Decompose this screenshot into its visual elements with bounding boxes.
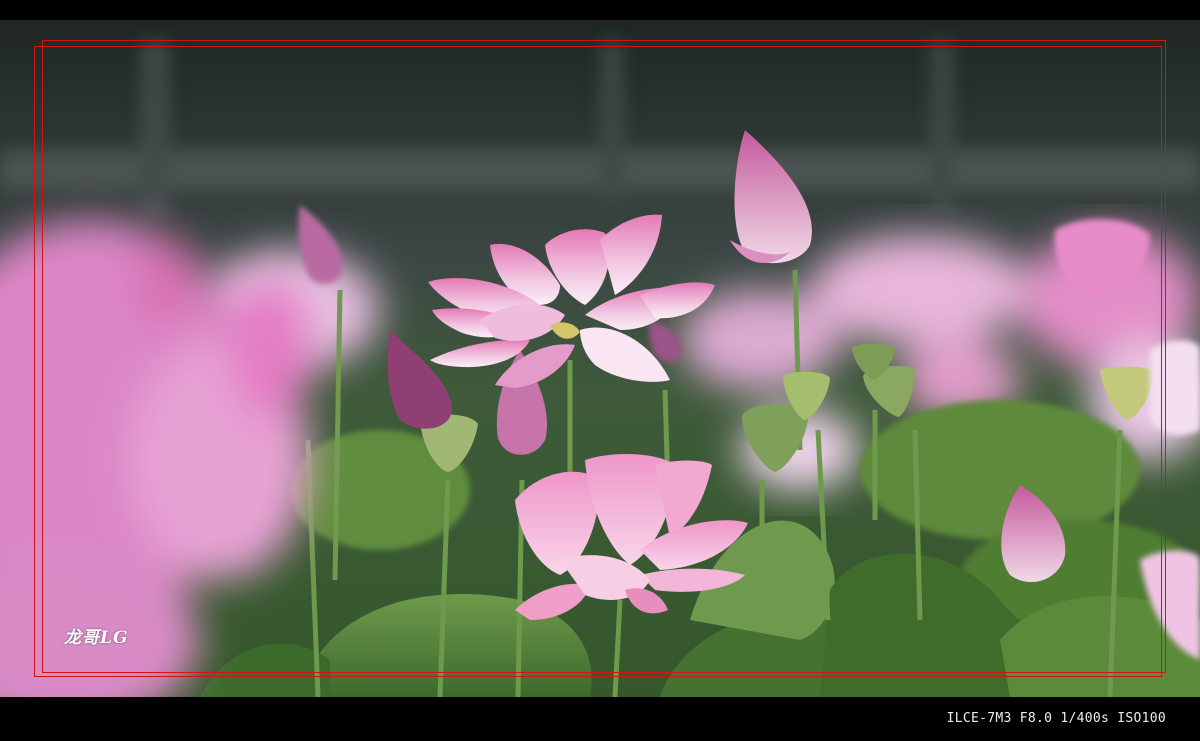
photo-frame: 龙哥LG ILCE-7M3 F8.0 1/400s ISO100 [0,0,1200,741]
photographer-watermark: 龙哥LG [64,628,129,648]
lotus-photo [0,20,1200,697]
exif-info: ILCE-7M3 F8.0 1/400s ISO100 [946,711,1166,726]
lotus-scene [0,20,1200,697]
